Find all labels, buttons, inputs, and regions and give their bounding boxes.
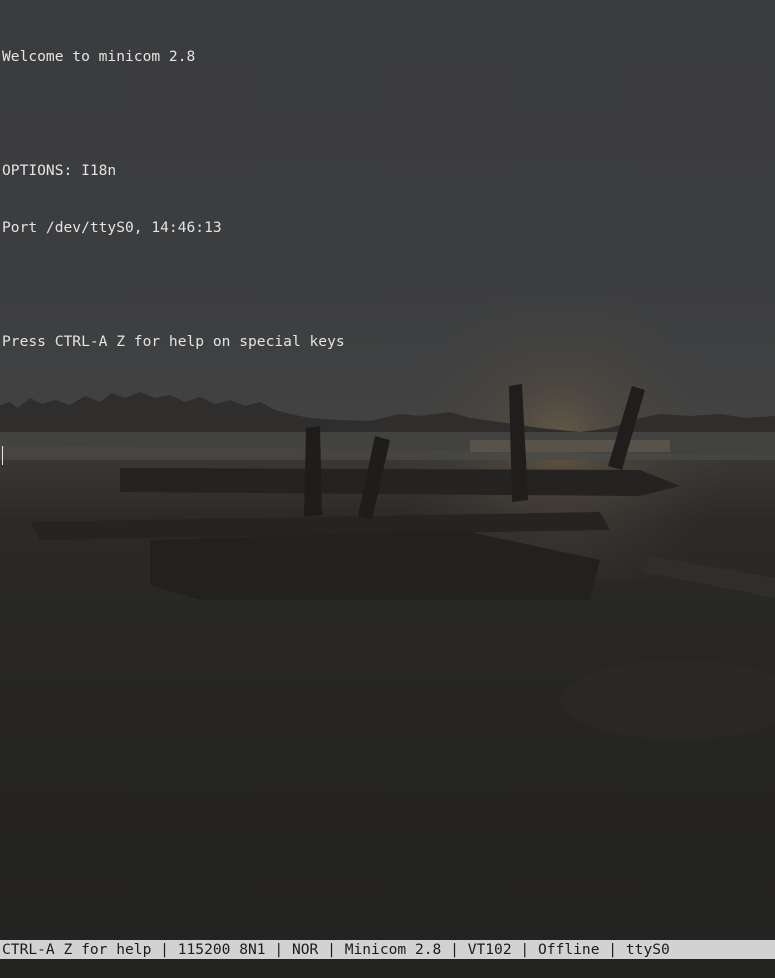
status-device: ttyS0 <box>625 941 670 958</box>
status-help: CTRL-A Z for help <box>2 941 152 958</box>
output-line-blank <box>2 275 345 294</box>
text-cursor <box>2 446 3 465</box>
output-line-port: Port /dev/ttyS0, 14:46:13 <box>2 219 222 236</box>
status-separator: | <box>318 941 345 958</box>
terminal-output: Welcome to minicom 2.8 OPTIONS: I18n Por… <box>2 9 345 503</box>
input-line[interactable] <box>2 446 345 465</box>
status-terminal-type: VT102 <box>467 941 512 958</box>
status-serial-settings: 115200 8N1 <box>177 941 266 958</box>
output-line-blank <box>2 389 345 408</box>
status-separator: | <box>511 941 538 958</box>
output-line-blank <box>2 104 345 123</box>
status-mode: NOR <box>291 941 319 958</box>
output-line-welcome: Welcome to minicom 2.8 <box>2 48 196 65</box>
status-separator: | <box>265 941 292 958</box>
minicom-terminal-window[interactable]: Welcome to minicom 2.8 OPTIONS: I18n Por… <box>0 0 775 978</box>
status-connection: Offline <box>538 941 600 958</box>
status-separator: | <box>441 941 468 958</box>
output-line-help-hint: Press CTRL-A Z for help on special keys <box>2 333 345 350</box>
output-line-options: OPTIONS: I18n <box>2 162 117 179</box>
status-program-version: Minicom 2.8 <box>344 941 442 958</box>
status-separator: | <box>151 941 178 958</box>
status-separator: | <box>599 941 626 958</box>
status-bar: CTRL-A Z for help | 115200 8N1 | NOR | M… <box>0 940 775 959</box>
